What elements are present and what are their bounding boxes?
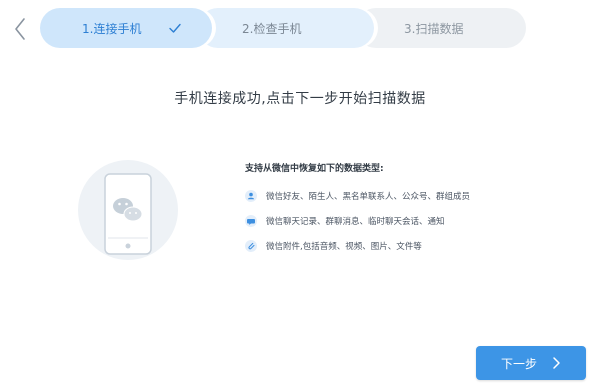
back-button[interactable] [10, 16, 32, 42]
attachment-icon [245, 240, 257, 252]
phone-wechat-illustration [78, 160, 178, 260]
page-headline: 手机连接成功,点击下一步开始扫描数据 [174, 91, 426, 107]
data-type-item-chat: 微信聊天记录、群聊消息、临时聊天会话、通知 [245, 214, 445, 228]
step-progress: 1.连接手机 2.检查手机 3.扫描数据 [40, 8, 526, 48]
chevron-left-icon [15, 18, 25, 40]
next-button-label: 下一步 [500, 356, 537, 371]
data-type-item-attachments: 微信附件,包括音频、视频、图片、文件等 [245, 239, 422, 253]
step-label: 1.连接手机 [82, 21, 142, 36]
next-button[interactable]: 下一步 [476, 346, 586, 380]
chevron-right-icon [553, 357, 560, 369]
contacts-icon [245, 190, 257, 202]
step-scan-data: 3.扫描数据 [356, 8, 526, 48]
step-check-phone: 2.检查手机 [198, 8, 374, 48]
data-type-text: 微信附件,包括音频、视频、图片、文件等 [266, 242, 422, 252]
data-type-item-contacts: 微信好友、陌生人、黑名单联系人、公众号、群组成员 [245, 189, 470, 203]
chat-bubble-icon [245, 215, 257, 227]
data-type-text: 微信聊天记录、群聊消息、临时聊天会话、通知 [266, 217, 445, 227]
step-connect-phone: 1.连接手机 [40, 8, 212, 48]
checkmark-icon [169, 23, 181, 33]
data-types-heading: 支持从微信中恢复如下的数据类型: [245, 164, 384, 174]
step-label: 2.检查手机 [242, 21, 302, 36]
data-type-text: 微信好友、陌生人、黑名单联系人、公众号、群组成员 [266, 192, 471, 202]
